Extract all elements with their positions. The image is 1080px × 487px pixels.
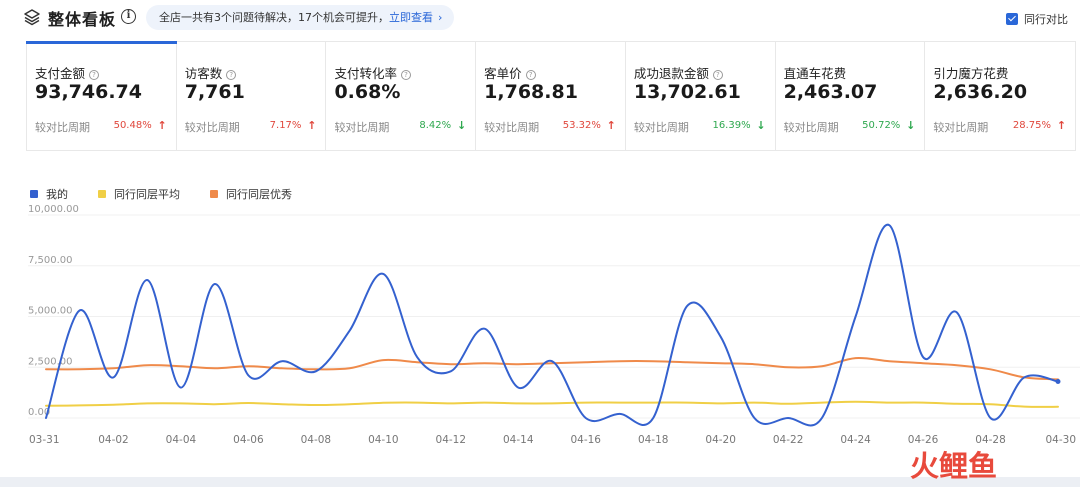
- compare-toggle[interactable]: 同行对比: [1006, 11, 1068, 27]
- x-tick-label: 04-06: [233, 434, 264, 446]
- compare-checkbox[interactable]: [1006, 13, 1018, 25]
- x-tick-label: 04-08: [301, 434, 332, 446]
- metric-change-pct: 50.72%: [862, 120, 901, 131]
- metric-value: 2,463.07: [783, 81, 878, 103]
- x-tick-label: 04-12: [436, 434, 467, 446]
- metric-label: 访客数: [184, 66, 223, 81]
- legend-label: 同行同层平均: [114, 188, 180, 201]
- x-tick-label: 04-26: [908, 434, 939, 446]
- legend-swatch: [30, 190, 38, 198]
- arrow-up-icon: ↑: [307, 119, 317, 132]
- metric-card-conversion[interactable]: 支付转化率? 0.68% 较对比周期 8.42% ↓: [326, 42, 477, 150]
- metric-change-pct: 28.75%: [1012, 120, 1052, 131]
- legend-item-mine[interactable]: 我的: [30, 186, 68, 202]
- x-tick-label: 04-02: [98, 434, 129, 446]
- x-tick-label: 04-04: [166, 434, 197, 446]
- watermark-logo: 火鲤鱼: [910, 449, 997, 482]
- y-tick-label: 5,000.00: [28, 306, 73, 317]
- metric-compare-label: 较对比周期: [633, 121, 689, 134]
- x-tick-label: 04-14: [503, 434, 534, 446]
- x-tick-label: 04-20: [705, 434, 736, 446]
- metric-change-pct: 7.17%: [269, 120, 302, 131]
- metric-compare-label: 较对比周期: [484, 121, 540, 134]
- x-tick-label: 04-24: [840, 434, 871, 446]
- arrow-up-icon: ↑: [157, 119, 167, 132]
- x-tick-label: 04-18: [638, 434, 669, 446]
- metric-label: 支付金额: [35, 66, 86, 81]
- arrow-up-icon: ↑: [606, 119, 616, 132]
- metric-label: 直通车花费: [783, 66, 847, 81]
- info-icon[interactable]: i: [121, 9, 136, 24]
- metric-value: 0.68%: [334, 81, 401, 103]
- metric-value: 2,636.20: [933, 81, 1028, 103]
- metric-compare-label: 较对比周期: [933, 121, 989, 134]
- metric-compare-label: 较对比周期: [35, 121, 90, 134]
- metric-card-aov[interactable]: 客单价? 1,768.81 较对比周期 53.32% ↑: [476, 42, 626, 150]
- y-tick-label: 2,500.00: [28, 356, 73, 367]
- legend-item-top[interactable]: 同行同层优秀: [210, 186, 292, 202]
- chart-legend: 我的 同行同层平均 同行同层优秀: [30, 186, 322, 202]
- x-tick-label: 03-31: [29, 434, 60, 446]
- help-icon[interactable]: ?: [226, 70, 237, 80]
- metric-cards: 支付金额? 93,746.74 较对比周期 50.48% ↑ 访客数? 7,76…: [26, 41, 1076, 151]
- legend-item-avg[interactable]: 同行同层平均: [98, 186, 180, 202]
- metric-label: 成功退款金额: [633, 66, 709, 81]
- arrow-down-icon: ↓: [906, 119, 916, 132]
- metric-value: 13,702.61: [633, 81, 741, 103]
- legend-swatch: [98, 190, 106, 198]
- metric-change-pct: 50.48%: [113, 120, 152, 131]
- x-tick-label: 04-22: [773, 434, 804, 446]
- x-tick-label: 04-16: [570, 434, 601, 446]
- metric-label: 客单价: [484, 66, 522, 81]
- y-tick-label: 10,000.00: [28, 205, 79, 215]
- metric-label: 支付转化率: [334, 66, 397, 81]
- metric-card-ztc-spend[interactable]: 直通车花费 2,463.07 较对比周期 50.72% ↓: [776, 42, 926, 150]
- series-line-avg: [45, 400, 1059, 408]
- metric-card-payment[interactable]: 支付金额? 93,746.74 较对比周期 50.48% ↑: [26, 41, 177, 150]
- metric-compare-label: 较对比周期: [184, 121, 240, 134]
- metric-value: 1,768.81: [484, 81, 578, 103]
- notice-text: 全店一共有3个问题待解决，17个机会可提升，: [159, 11, 389, 24]
- metric-change-pct: 53.32%: [562, 120, 601, 131]
- x-tick-label: 04-28: [975, 434, 1006, 446]
- series-line-mine: [45, 224, 1059, 427]
- chevron-right-icon: ›: [438, 11, 443, 24]
- metric-card-visitors[interactable]: 访客数? 7,761 较对比周期 7.17% ↑: [177, 42, 327, 150]
- x-tick-label: 04-30: [1045, 434, 1076, 446]
- dashboard-header: 整体看板 i 全店一共有3个问题待解决，17个机会可提升，立即查看 › 同行对比: [0, 0, 1080, 38]
- legend-swatch: [210, 190, 218, 198]
- metric-compare-label: 较对比周期: [783, 121, 839, 134]
- legend-label: 同行同层优秀: [226, 188, 292, 201]
- compare-label: 同行对比: [1024, 13, 1068, 26]
- arrow-up-icon: ↑: [1056, 119, 1067, 132]
- y-tick-label: 7,500.00: [28, 255, 73, 266]
- layers-icon: [24, 9, 40, 26]
- metric-value: 7,761: [184, 81, 245, 103]
- metric-card-refund[interactable]: 成功退款金额? 13,702.61 较对比周期 16.39% ↓: [626, 42, 776, 150]
- page-title: 整体看板: [48, 10, 117, 29]
- notice-banner[interactable]: 全店一共有3个问题待解决，17个机会可提升，立即查看 ›: [146, 5, 454, 30]
- help-icon[interactable]: ?: [89, 70, 100, 80]
- trend-line-chart: 0.002,500.005,000.007,500.0010,000.0003-…: [28, 205, 1080, 446]
- help-icon[interactable]: ?: [712, 70, 723, 80]
- notice-link[interactable]: 立即查看: [389, 11, 433, 24]
- help-icon[interactable]: ?: [400, 70, 411, 80]
- arrow-down-icon: ↓: [756, 119, 766, 132]
- metric-change-pct: 8.42%: [419, 120, 452, 131]
- metric-label: 引力魔方花费: [933, 66, 1009, 81]
- x-tick-label: 04-10: [368, 434, 399, 446]
- metric-card-ylmf-spend[interactable]: 引力魔方花费 2,636.20 较对比周期 28.75% ↑: [925, 42, 1075, 150]
- data-point[interactable]: [1055, 378, 1061, 384]
- arrow-down-icon: ↓: [456, 119, 467, 132]
- metric-change-pct: 16.39%: [712, 120, 751, 131]
- watermark-text: 火鲤鱼: [910, 449, 997, 482]
- metric-value: 93,746.74: [35, 81, 142, 103]
- metric-compare-label: 较对比周期: [334, 121, 390, 134]
- legend-label: 我的: [46, 188, 68, 201]
- help-icon[interactable]: ?: [525, 70, 536, 80]
